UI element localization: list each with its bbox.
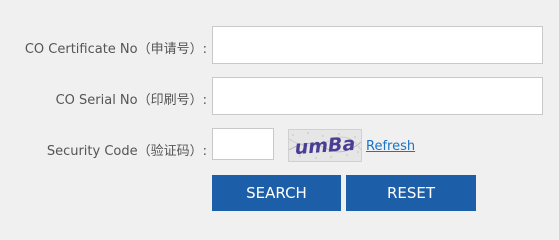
certificate-no-label: CO Certificate No（申请号）: [24, 42, 207, 57]
captcha-image: umBa [288, 129, 362, 162]
captcha-text: umBa [294, 133, 356, 159]
security-code-input[interactable] [212, 128, 274, 160]
reset-button[interactable]: RESET [346, 175, 476, 211]
search-button[interactable]: SEARCH [212, 175, 341, 211]
refresh-captcha-link[interactable]: Refresh [366, 139, 415, 154]
serial-no-input[interactable] [212, 77, 543, 115]
certificate-no-input[interactable] [212, 26, 543, 64]
serial-no-label: CO Serial No（印刷号）: [55, 93, 207, 108]
security-code-label: Security Code（验证码）: [46, 144, 207, 159]
